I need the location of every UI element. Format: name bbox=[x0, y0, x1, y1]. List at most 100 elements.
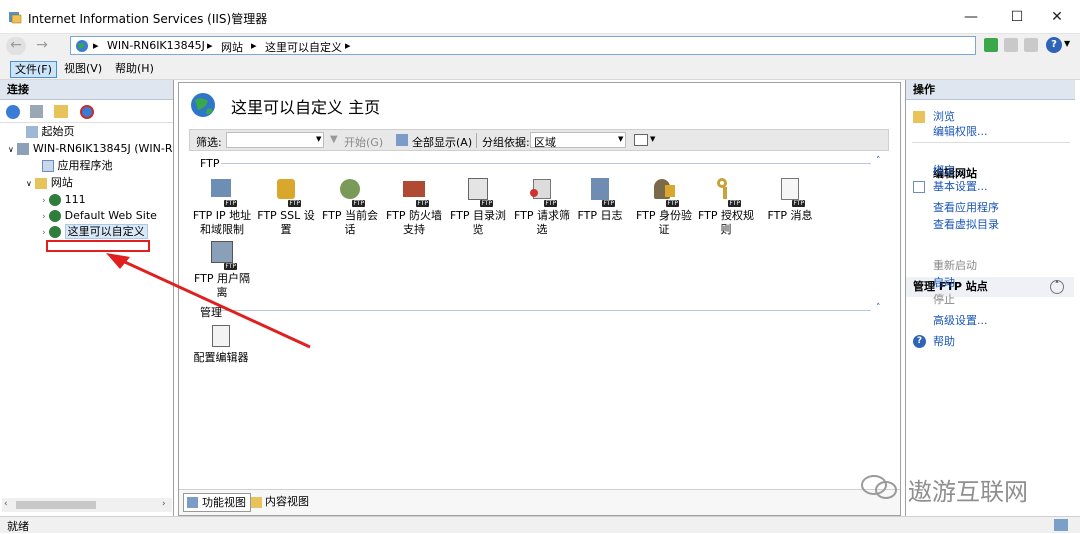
ip-restrictions-icon: FTP bbox=[207, 175, 237, 207]
horizontal-scrollbar[interactable]: ‹ › bbox=[2, 498, 172, 512]
tree-item-custom-site[interactable]: › 这里可以自定义 bbox=[42, 224, 148, 240]
show-all-icon bbox=[396, 134, 408, 146]
action-restart[interactable]: 重新启动 bbox=[906, 257, 977, 274]
tab-features-view[interactable]: 功能视图 bbox=[183, 493, 251, 512]
stop-icon[interactable] bbox=[1004, 38, 1018, 52]
breadcrumb-site[interactable]: 这里可以自定义 bbox=[265, 39, 342, 55]
collapse-section-icon[interactable]: ˄ bbox=[1050, 280, 1064, 294]
feature-ftp-request-filtering[interactable]: FTP FTP 请求筛选 bbox=[511, 175, 573, 237]
tree-item-app-pools[interactable]: 应用程序池 bbox=[42, 158, 113, 174]
action-help[interactable]: ? 帮助 bbox=[906, 333, 1076, 350]
feature-ftp-firewall[interactable]: FTP FTP 防火墙支持 bbox=[383, 175, 445, 237]
filter-input[interactable] bbox=[226, 132, 324, 148]
feature-label: FTP IP 地址和域限制 bbox=[192, 209, 252, 236]
group-dropdown-icon[interactable]: ▼ bbox=[618, 135, 623, 143]
scroll-thumb[interactable] bbox=[16, 501, 96, 509]
remove-connection-icon[interactable] bbox=[80, 105, 94, 119]
chevron-right-icon[interactable]: › bbox=[42, 228, 46, 238]
window-title: Internet Information Services (IIS)管理器 bbox=[28, 12, 268, 26]
scroll-right-icon[interactable]: › bbox=[162, 499, 166, 509]
forward-arrow-icon[interactable]: → bbox=[32, 37, 52, 55]
feature-label: FTP 防火墙支持 bbox=[386, 209, 442, 236]
crumb-sep-icon: ▸ bbox=[93, 39, 99, 52]
back-arrow-icon[interactable]: ← bbox=[6, 37, 26, 55]
action-view-applications[interactable]: 查看应用程序 bbox=[906, 199, 999, 216]
globe-icon bbox=[49, 210, 62, 222]
connections-toolbar bbox=[0, 101, 173, 123]
minimize-button[interactable]: — bbox=[948, 0, 994, 34]
settings-icon bbox=[913, 181, 925, 193]
action-advanced-settings[interactable]: 高级设置... bbox=[906, 312, 988, 329]
breadcrumb-sites[interactable]: 网站 bbox=[221, 39, 243, 55]
save-icon[interactable] bbox=[30, 105, 43, 118]
chevron-down-icon[interactable]: ∨ bbox=[26, 179, 32, 188]
filter-dropdown-icon[interactable]: ▼ bbox=[316, 135, 321, 143]
tree-label: Default Web Site bbox=[64, 209, 157, 222]
menu-view[interactable]: 视图(V) bbox=[60, 61, 106, 78]
feature-ftp-sessions[interactable]: FTP FTP 当前会话 bbox=[319, 175, 381, 237]
feature-ftp-authentication[interactable]: FTP FTP 身份验证 bbox=[633, 175, 695, 237]
actions-header: 操作 bbox=[906, 80, 1075, 100]
home-icon[interactable] bbox=[1024, 38, 1038, 52]
show-all-button[interactable]: 全部显示(A) bbox=[412, 134, 472, 150]
breadcrumb-server[interactable]: WIN-RN6IK13845J bbox=[107, 39, 205, 52]
address-bar: ← → ▸ WIN-RN6IK13845J ▸ 网站 ▸ 这里可以自定义 ▸ ?… bbox=[0, 34, 1080, 58]
chevron-right-icon[interactable]: › bbox=[42, 212, 46, 222]
tree-item-start-page[interactable]: 起始页 bbox=[26, 124, 75, 140]
chevron-right-icon[interactable]: › bbox=[42, 196, 46, 206]
connect-icon[interactable] bbox=[6, 105, 20, 119]
group-ftp-header: FTP bbox=[200, 157, 220, 170]
crumb-sep-icon: ▸ bbox=[251, 39, 257, 52]
start-button[interactable]: 开始(G) bbox=[344, 134, 383, 150]
tree-item-server[interactable]: ∨ WIN-RN6IK13845J (WIN-R bbox=[8, 141, 173, 157]
tree-item-site-111[interactable]: › 111 bbox=[42, 192, 86, 208]
feature-ftp-directory-browsing[interactable]: FTP FTP 目录浏览 bbox=[447, 175, 509, 237]
action-bindings[interactable]: 绑定... bbox=[906, 162, 966, 179]
globe-icon bbox=[49, 226, 62, 238]
annotation-arrow bbox=[106, 253, 311, 349]
close-button[interactable]: ✕ bbox=[1034, 0, 1080, 34]
start-page-icon bbox=[26, 126, 38, 138]
action-edit-permissions[interactable]: 编辑权限... bbox=[906, 123, 988, 140]
menu-help[interactable]: 帮助(H) bbox=[111, 61, 158, 78]
action-view-virtual-dirs[interactable]: 查看虚拟目录 bbox=[906, 216, 999, 233]
menu-file[interactable]: 文件(F) bbox=[10, 61, 57, 78]
tree-item-sites[interactable]: ∨ 网站 bbox=[26, 175, 73, 191]
tree-label: 网站 bbox=[50, 176, 73, 189]
refresh-icon[interactable] bbox=[984, 38, 998, 52]
action-start[interactable]: 启动 bbox=[906, 274, 955, 291]
tab-content-view[interactable]: 内容视图 bbox=[249, 493, 313, 512]
connections-header: 连接 bbox=[0, 80, 173, 100]
crumb-sep-icon: ▸ bbox=[345, 39, 351, 52]
feature-ftp-ip-restrictions[interactable]: FTP FTP IP 地址和域限制 bbox=[191, 175, 253, 237]
feature-ftp-logging[interactable]: FTP FTP 日志 bbox=[569, 175, 631, 223]
action-basic-settings[interactable]: 基本设置... bbox=[906, 178, 1076, 195]
view-mode-icon[interactable] bbox=[634, 134, 648, 146]
help-dropdown-icon[interactable]: ▼ bbox=[1064, 39, 1070, 48]
feature-ftp-authorization[interactable]: FTP FTP 授权规则 bbox=[695, 175, 757, 237]
globe-icon bbox=[49, 194, 62, 206]
connection-status-icon bbox=[1054, 519, 1068, 531]
address-box[interactable]: ▸ WIN-RN6IK13845J ▸ 网站 ▸ 这里可以自定义 ▸ bbox=[70, 36, 976, 55]
users-icon: FTP bbox=[335, 175, 365, 207]
funnel-icon: ▼ bbox=[330, 134, 338, 145]
content-view-icon bbox=[251, 497, 262, 508]
tab-label: 内容视图 bbox=[265, 495, 309, 508]
action-label: 基本设置... bbox=[933, 180, 988, 193]
feature-label: FTP 授权规则 bbox=[698, 209, 754, 236]
up-folder-icon[interactable] bbox=[54, 105, 68, 118]
title-bar: Internet Information Services (IIS)管理器 —… bbox=[0, 0, 1080, 34]
action-stop[interactable]: 停止 bbox=[906, 291, 955, 308]
help-icon[interactable]: ? bbox=[1046, 37, 1062, 53]
tree-label: 111 bbox=[64, 193, 86, 206]
feature-label: FTP 身份验证 bbox=[636, 209, 692, 236]
collapse-group-icon[interactable]: ˄ bbox=[876, 156, 881, 166]
scroll-left-icon[interactable]: ‹ bbox=[4, 499, 8, 509]
collapse-group-icon[interactable]: ˄ bbox=[876, 303, 881, 313]
feature-ftp-ssl[interactable]: FTP FTP SSL 设置 bbox=[255, 175, 317, 237]
tree-item-default-web-site[interactable]: › Default Web Site bbox=[42, 208, 157, 224]
view-dropdown-icon[interactable]: ▼ bbox=[650, 135, 655, 143]
chevron-down-icon[interactable]: ∨ bbox=[8, 145, 14, 154]
feature-ftp-messages[interactable]: FTP FTP 消息 bbox=[759, 175, 821, 223]
server-icon bbox=[17, 143, 30, 155]
